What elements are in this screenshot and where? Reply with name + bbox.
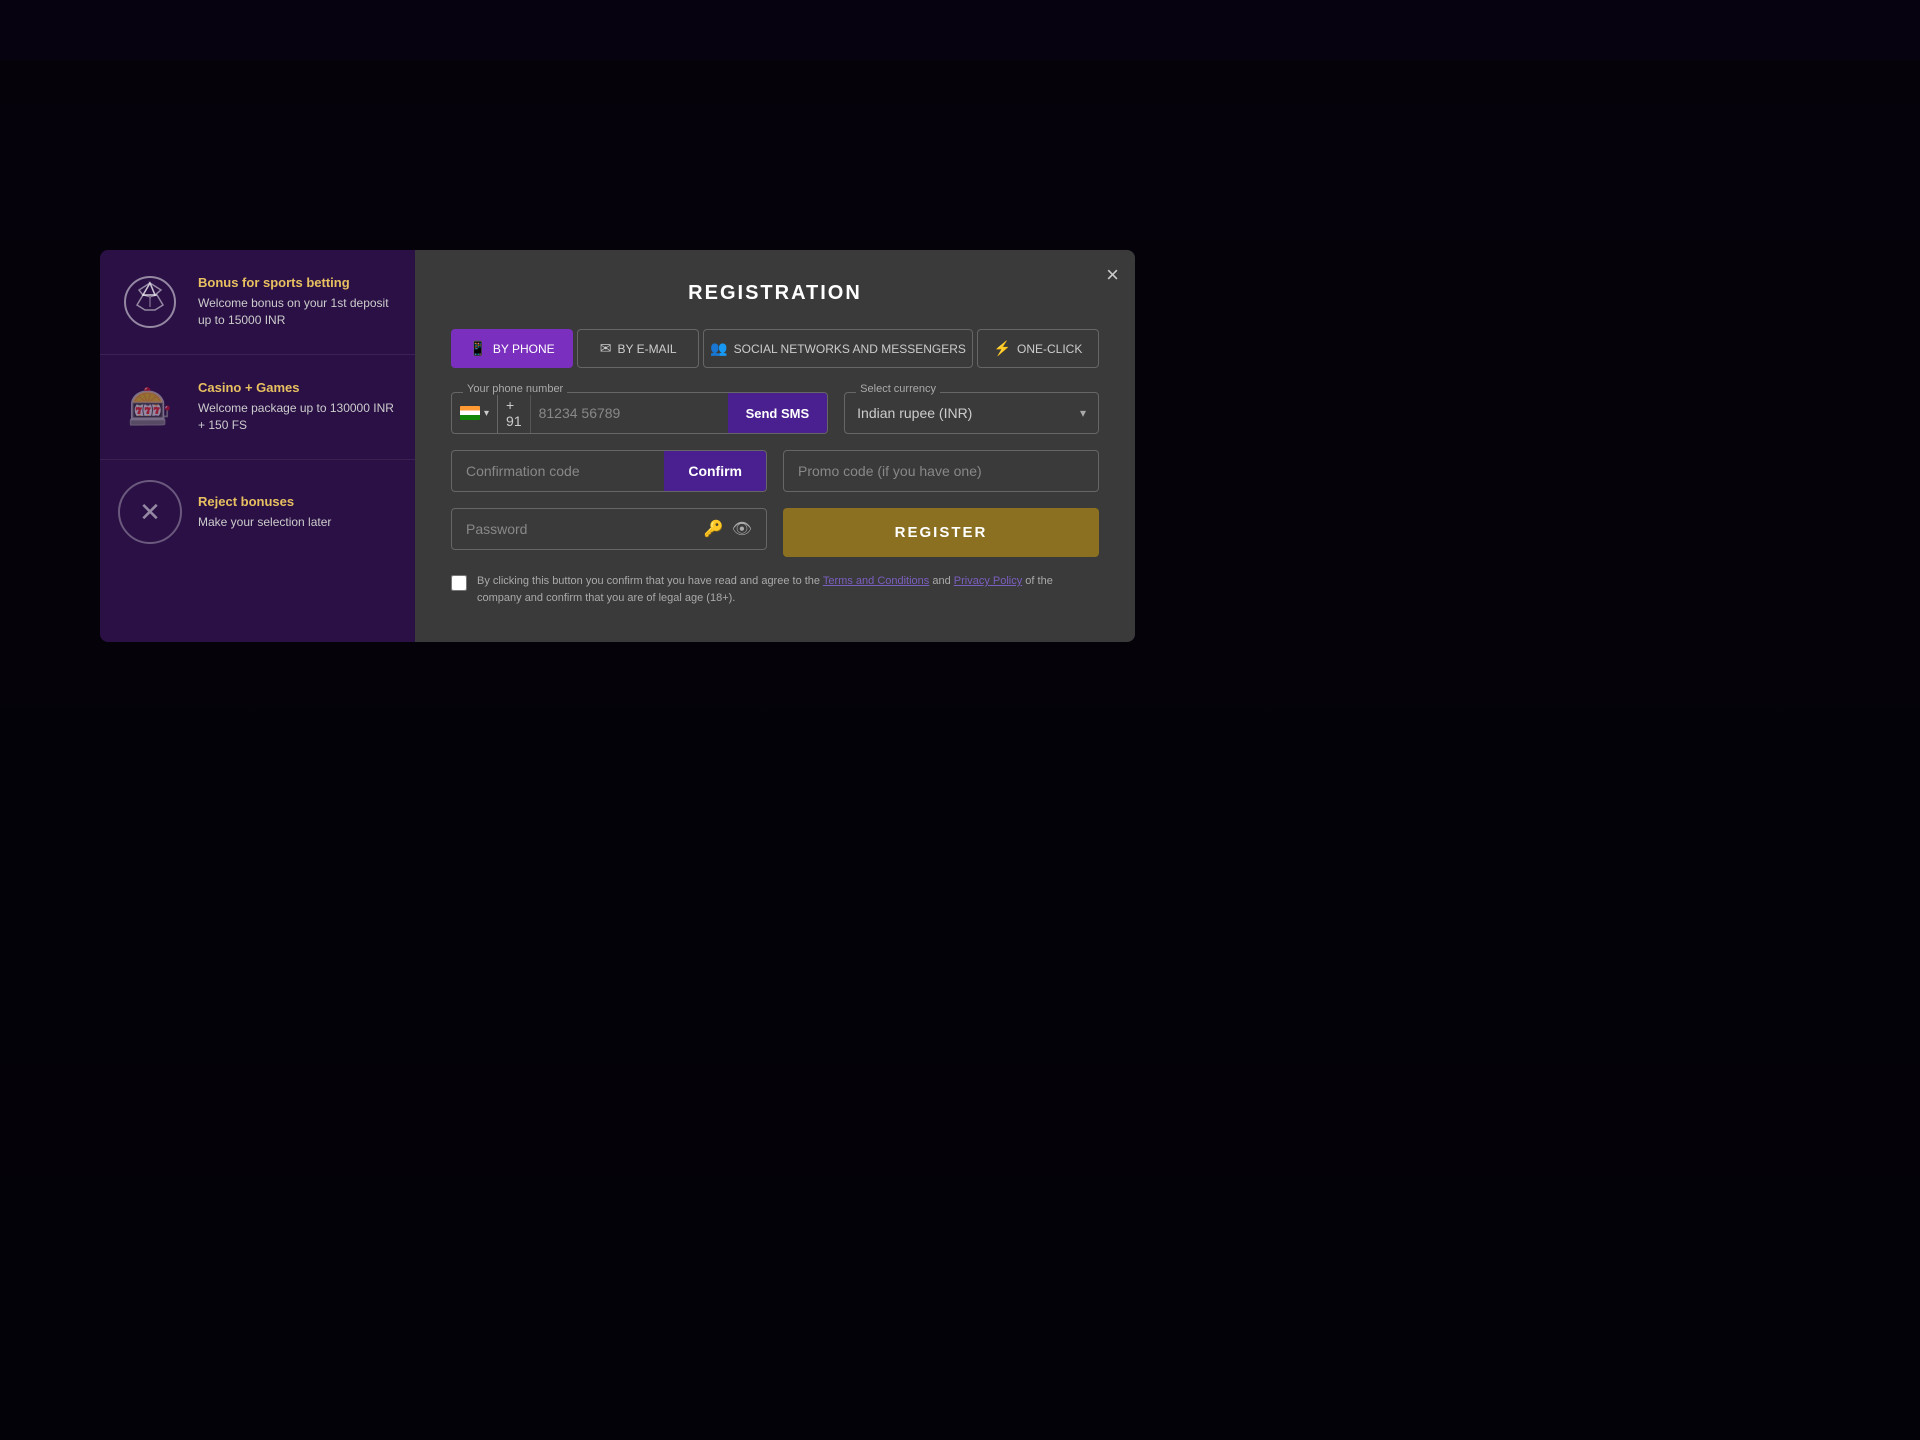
tab-one-click-label: ONE-CLICK <box>1017 342 1082 356</box>
tab-by-phone[interactable]: 📱 BY PHONE <box>451 329 573 368</box>
bonus-item-casino[interactable]: 🎰 Casino + Games Welcome package up to 1… <box>100 355 415 460</box>
key-icon: 🔑 <box>700 519 728 539</box>
sports-icon-wrap <box>118 270 182 334</box>
reject-icon: ✕ <box>118 480 182 544</box>
password-field-group: 🔑 👁 <box>451 508 767 557</box>
currency-label: Select currency <box>856 383 940 395</box>
terms-row: By clicking this button you confirm that… <box>451 573 1099 606</box>
casino-bonus-text: Casino + Games Welcome package up to 130… <box>198 380 397 434</box>
send-sms-button[interactable]: Send SMS <box>728 393 828 433</box>
soccer-ball-icon <box>123 275 177 329</box>
phone-label: Your phone number <box>463 383 567 395</box>
tab-social-label: SOCIAL NETWORKS AND MESSENGERS <box>734 342 966 356</box>
bonus-item-sports[interactable]: Bonus for sports betting Welcome bonus o… <box>100 250 415 355</box>
country-flag-dropdown[interactable]: ▾ <box>452 393 498 433</box>
currency-field-group: Select currency Indian rupee (INR) USD E… <box>844 392 1099 434</box>
tab-by-email-label: BY E-MAIL <box>617 342 676 356</box>
casino-bonus-title: Casino + Games <box>198 380 397 395</box>
reject-icon-wrap: ✕ <box>118 480 182 544</box>
sports-bonus-desc: Welcome bonus on your 1st deposit up to … <box>198 295 397 329</box>
eye-icon[interactable]: 👁 <box>728 519 756 539</box>
reject-bonus-desc: Make your selection later <box>198 514 331 531</box>
phone-input-wrap: ▾ + 91 Send SMS <box>451 392 828 434</box>
privacy-policy-link[interactable]: Privacy Policy <box>954 575 1022 587</box>
modal-wrapper: Bonus for sports betting Welcome bonus o… <box>100 250 1135 642</box>
phone-field-group: Your phone number ▾ + 91 Send SMS <box>451 392 828 434</box>
promo-field-group <box>783 450 1099 492</box>
form-row-phone-currency: Your phone number ▾ + 91 Send SMS Select… <box>451 392 1099 434</box>
currency-select[interactable]: Indian rupee (INR) USD EUR <box>857 393 1080 433</box>
bonus-item-reject[interactable]: ✕ Reject bonuses Make your selection lat… <box>100 460 415 564</box>
casino-icon-wrap: 🎰 <box>118 375 182 439</box>
reject-bonus-text: Reject bonuses Make your selection later <box>198 494 331 531</box>
terms-text-before: By clicking this button you confirm that… <box>477 575 823 587</box>
password-input[interactable] <box>462 509 700 549</box>
register-button[interactable]: REGISTER <box>783 508 1099 557</box>
registration-panel: × REGISTRATION 📱 BY PHONE ✉ BY E-MAIL 👥 … <box>415 250 1135 642</box>
form-row-password-register: 🔑 👁 REGISTER <box>451 508 1099 557</box>
registration-tabs: 📱 BY PHONE ✉ BY E-MAIL 👥 SOCIAL NETWORKS… <box>451 329 1099 368</box>
currency-select-wrap: Indian rupee (INR) USD EUR ▾ <box>844 392 1099 434</box>
currency-chevron-icon: ▾ <box>1080 406 1086 420</box>
phone-tab-icon: 📱 <box>469 340 486 357</box>
terms-and-conditions-link[interactable]: Terms and Conditions <box>823 575 929 587</box>
india-flag-icon <box>460 406 480 420</box>
registration-title: REGISTRATION <box>451 282 1099 305</box>
phone-number-input[interactable] <box>531 393 728 433</box>
bonus-panel: Bonus for sports betting Welcome bonus o… <box>100 250 415 642</box>
terms-text-mid: and <box>929 575 953 587</box>
close-button[interactable]: × <box>1106 264 1119 286</box>
terms-checkbox[interactable] <box>451 575 467 591</box>
social-tab-icon: 👥 <box>710 340 727 357</box>
tab-social[interactable]: 👥 SOCIAL NETWORKS AND MESSENGERS <box>703 329 973 368</box>
phone-prefix: + 91 <box>498 393 531 433</box>
confirmation-field-group: Confirm <box>451 450 767 492</box>
password-input-wrap: 🔑 👁 <box>451 508 767 550</box>
reject-bonus-title: Reject bonuses <box>198 494 331 509</box>
tab-one-click[interactable]: ⚡ ONE-CLICK <box>977 329 1099 368</box>
email-tab-icon: ✉ <box>600 340 612 357</box>
tab-by-email[interactable]: ✉ BY E-MAIL <box>577 329 699 368</box>
sports-bonus-title: Bonus for sports betting <box>198 275 397 290</box>
chevron-down-icon: ▾ <box>484 408 489 419</box>
casino-icon: 🎰 <box>128 386 173 428</box>
casino-bonus-desc: Welcome package up to 130000 INR + 150 F… <box>198 400 397 434</box>
register-button-group: REGISTER <box>783 508 1099 557</box>
confirmation-code-input[interactable] <box>452 451 664 491</box>
confirm-input-wrap: Confirm <box>451 450 767 492</box>
confirm-button[interactable]: Confirm <box>664 451 766 491</box>
form-row-confirm-promo: Confirm <box>451 450 1099 492</box>
terms-text: By clicking this button you confirm that… <box>477 573 1099 606</box>
dark-overlay <box>0 0 1920 1440</box>
sports-bonus-text: Bonus for sports betting Welcome bonus o… <box>198 275 397 329</box>
promo-code-input[interactable] <box>783 450 1099 492</box>
tab-by-phone-label: BY PHONE <box>493 342 555 356</box>
oneclick-tab-icon: ⚡ <box>994 340 1011 357</box>
